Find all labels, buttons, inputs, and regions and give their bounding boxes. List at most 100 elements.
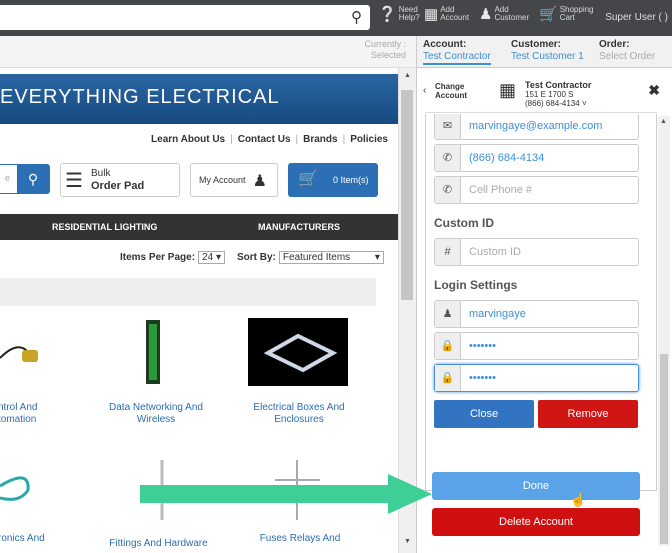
close-button[interactable]: Close — [434, 400, 534, 428]
shopping-cart-button[interactable]: 🛒 Shopping Cart — [539, 6, 594, 22]
product-link-fittings[interactable]: Fittings And Hardware — [96, 538, 221, 550]
cart-icon: 🛒 — [539, 5, 558, 23]
product-image-control[interactable] — [0, 330, 45, 375]
add-customer-button[interactable]: ♟ Add Customer — [479, 6, 529, 22]
username-field[interactable]: ♟ marvingaye — [434, 300, 639, 328]
close-icon[interactable]: ✖ — [648, 82, 660, 99]
done-button[interactable]: Done ☝ — [432, 472, 640, 507]
selected-label: Selected — [370, 50, 406, 60]
breadcrumb: Account: Test Contractor Customer: Test Cu… — [416, 36, 672, 68]
add-account-label-2: Account — [440, 13, 470, 22]
items-per-page-label: Items Per Page: — [120, 252, 196, 263]
product-link-fuses[interactable]: Fuses Relays And — [245, 533, 355, 545]
product-image-networking[interactable] — [140, 320, 165, 385]
customer-form: ✉ marvingaye@example.com ✆ (866) 684-4134 … — [425, 114, 657, 491]
nav-manufacturers[interactable]: MANUFACTURERS — [258, 222, 340, 232]
cart-count: 0 Item(s) — [333, 175, 369, 185]
building-icon: ▦ — [499, 80, 517, 100]
crumb-account[interactable]: Account: Test Contractor — [423, 39, 491, 65]
crumb-customer[interactable]: Customer: Test Customer 1 — [511, 39, 584, 63]
sort-by-value: Featured Items — [282, 252, 351, 263]
confirm-password-field[interactable]: 🔒 ••••••• — [434, 364, 639, 392]
add-customer-label-2: Customer — [494, 13, 530, 22]
crumb-order-value: Select Order — [599, 51, 656, 62]
change-account-button[interactable]: ‹ Change Account — [423, 82, 467, 100]
email-field[interactable]: ✉ marvingaye@example.com — [434, 114, 639, 140]
phone-field[interactable]: ✆ (866) 684-4134 — [434, 144, 639, 172]
site-cart-button[interactable]: 🛒 0 Item(s) — [288, 163, 378, 197]
product-label-2: tomation — [0, 414, 37, 425]
link-brands[interactable]: Brands — [303, 134, 337, 145]
cart-icon: 🛒 — [298, 171, 318, 188]
phone-icon: ✆ — [435, 177, 461, 203]
user-menu[interactable]: Super User ( ) — [605, 12, 668, 23]
confirm-password-value: ••••••• — [469, 372, 496, 384]
sort-by: Sort By: Featured Items ▾ — [237, 251, 384, 264]
custom-id-heading: Custom ID — [434, 216, 494, 230]
help-icon: ❔ — [378, 5, 397, 23]
change-label: Change — [435, 82, 465, 91]
product-link-electronics[interactable]: ronics And — [0, 533, 58, 545]
currently-label: Currently — [364, 39, 401, 49]
my-account-button[interactable]: My Account ♟ — [190, 163, 278, 197]
account-address: 151 E 1700 S — [525, 90, 574, 99]
link-policies[interactable]: Policies — [350, 134, 388, 145]
link-contact-us[interactable]: Contact Us — [238, 134, 291, 145]
crumb-customer-label: Customer: — [511, 39, 562, 50]
add-account-button[interactable]: ▦ Add Account — [424, 6, 469, 22]
product-link-boxes[interactable]: Electrical Boxes And Enclosures — [240, 402, 358, 426]
top-toolbar: ⚲ ❔ Need Help? ▦ Add Account ♟ Add Customer… — [0, 0, 672, 36]
chevron-down-icon: ˅ — [581, 99, 587, 108]
email-icon: ✉ — [435, 114, 461, 139]
remove-button[interactable]: Remove — [538, 400, 638, 428]
product-link-networking[interactable]: Data Networking And Wireless — [96, 402, 216, 426]
nav-residential-lighting[interactable]: RESIDENTIAL LIGHTING — [52, 222, 157, 232]
product-image-electronics[interactable] — [0, 468, 35, 508]
items-per-page: Items Per Page: 24 ▾ — [120, 251, 225, 264]
password-field[interactable]: 🔒 ••••••• — [434, 332, 639, 360]
annotation-arrow — [140, 474, 432, 514]
crumb-account-label: Account: — [423, 39, 467, 50]
cell-phone-field[interactable]: ✆ Cell Phone # — [434, 176, 639, 204]
product-link-control[interactable]: ntrol And tomation — [0, 402, 48, 426]
scroll-up-icon[interactable]: ▲ — [660, 118, 667, 125]
sort-by-select[interactable]: Featured Items ▾ — [278, 251, 384, 264]
divider — [425, 112, 657, 113]
category-nav: RESIDENTIAL LIGHTING MANUFACTURERS — [0, 214, 398, 240]
product-image-boxes[interactable] — [248, 318, 348, 386]
username-value: marvingaye — [469, 308, 526, 320]
crumb-order-label: Order: — [599, 39, 630, 50]
scrollbar-thumb[interactable] — [660, 354, 668, 544]
user-icon: ♟ — [252, 173, 267, 190]
account-info[interactable]: Test Contractor 151 E 1700 S (866) 684-4… — [525, 80, 592, 109]
search-icon: ⚲ — [27, 171, 39, 187]
scrollbar-thumb[interactable] — [401, 90, 413, 300]
site-search-placeholder: e — [5, 173, 11, 183]
product-label: ntrol And — [0, 402, 38, 413]
panel-scrollbar[interactable]: ▲ — [658, 116, 670, 546]
custom-id-field[interactable]: # Custom ID — [434, 238, 639, 266]
account-name: Test Contractor — [525, 80, 592, 90]
crumb-order[interactable]: Order: Select Order — [599, 39, 655, 63]
scroll-down-icon[interactable]: ▼ — [404, 538, 411, 545]
phone-icon: ✆ — [435, 145, 461, 171]
link-learn-about-us[interactable]: Learn About Us — [151, 134, 225, 145]
items-per-page-select[interactable]: 24 ▾ — [198, 251, 225, 264]
account-label: Account — [435, 91, 467, 100]
site-search-input[interactable]: e ⚲ — [0, 164, 50, 194]
user-icon: ♟ — [435, 301, 461, 327]
lock-icon: 🔒 — [435, 333, 461, 359]
delete-account-button[interactable]: Delete Account — [432, 508, 640, 536]
help-button[interactable]: ❔ Need Help? — [378, 6, 420, 22]
account-phone: (866) 684-4134 — [525, 99, 580, 108]
items-per-page-value: 24 — [202, 252, 214, 263]
chevron-left-icon: ‹ — [423, 85, 427, 96]
bulk-order-pad-button[interactable]: ☰ Bulk Order Pad — [60, 163, 180, 197]
scroll-up-icon[interactable]: ▲ — [404, 72, 411, 79]
phone-value: (866) 684-4134 — [469, 152, 545, 164]
my-account-label: My Account — [199, 175, 246, 185]
site-search-button[interactable]: ⚲ — [17, 165, 49, 193]
search-icon[interactable]: ⚲ — [351, 8, 362, 26]
site-banner: EVERYTHING ELECTRICAL — [0, 74, 398, 124]
global-search-input[interactable]: ⚲ — [0, 5, 370, 30]
